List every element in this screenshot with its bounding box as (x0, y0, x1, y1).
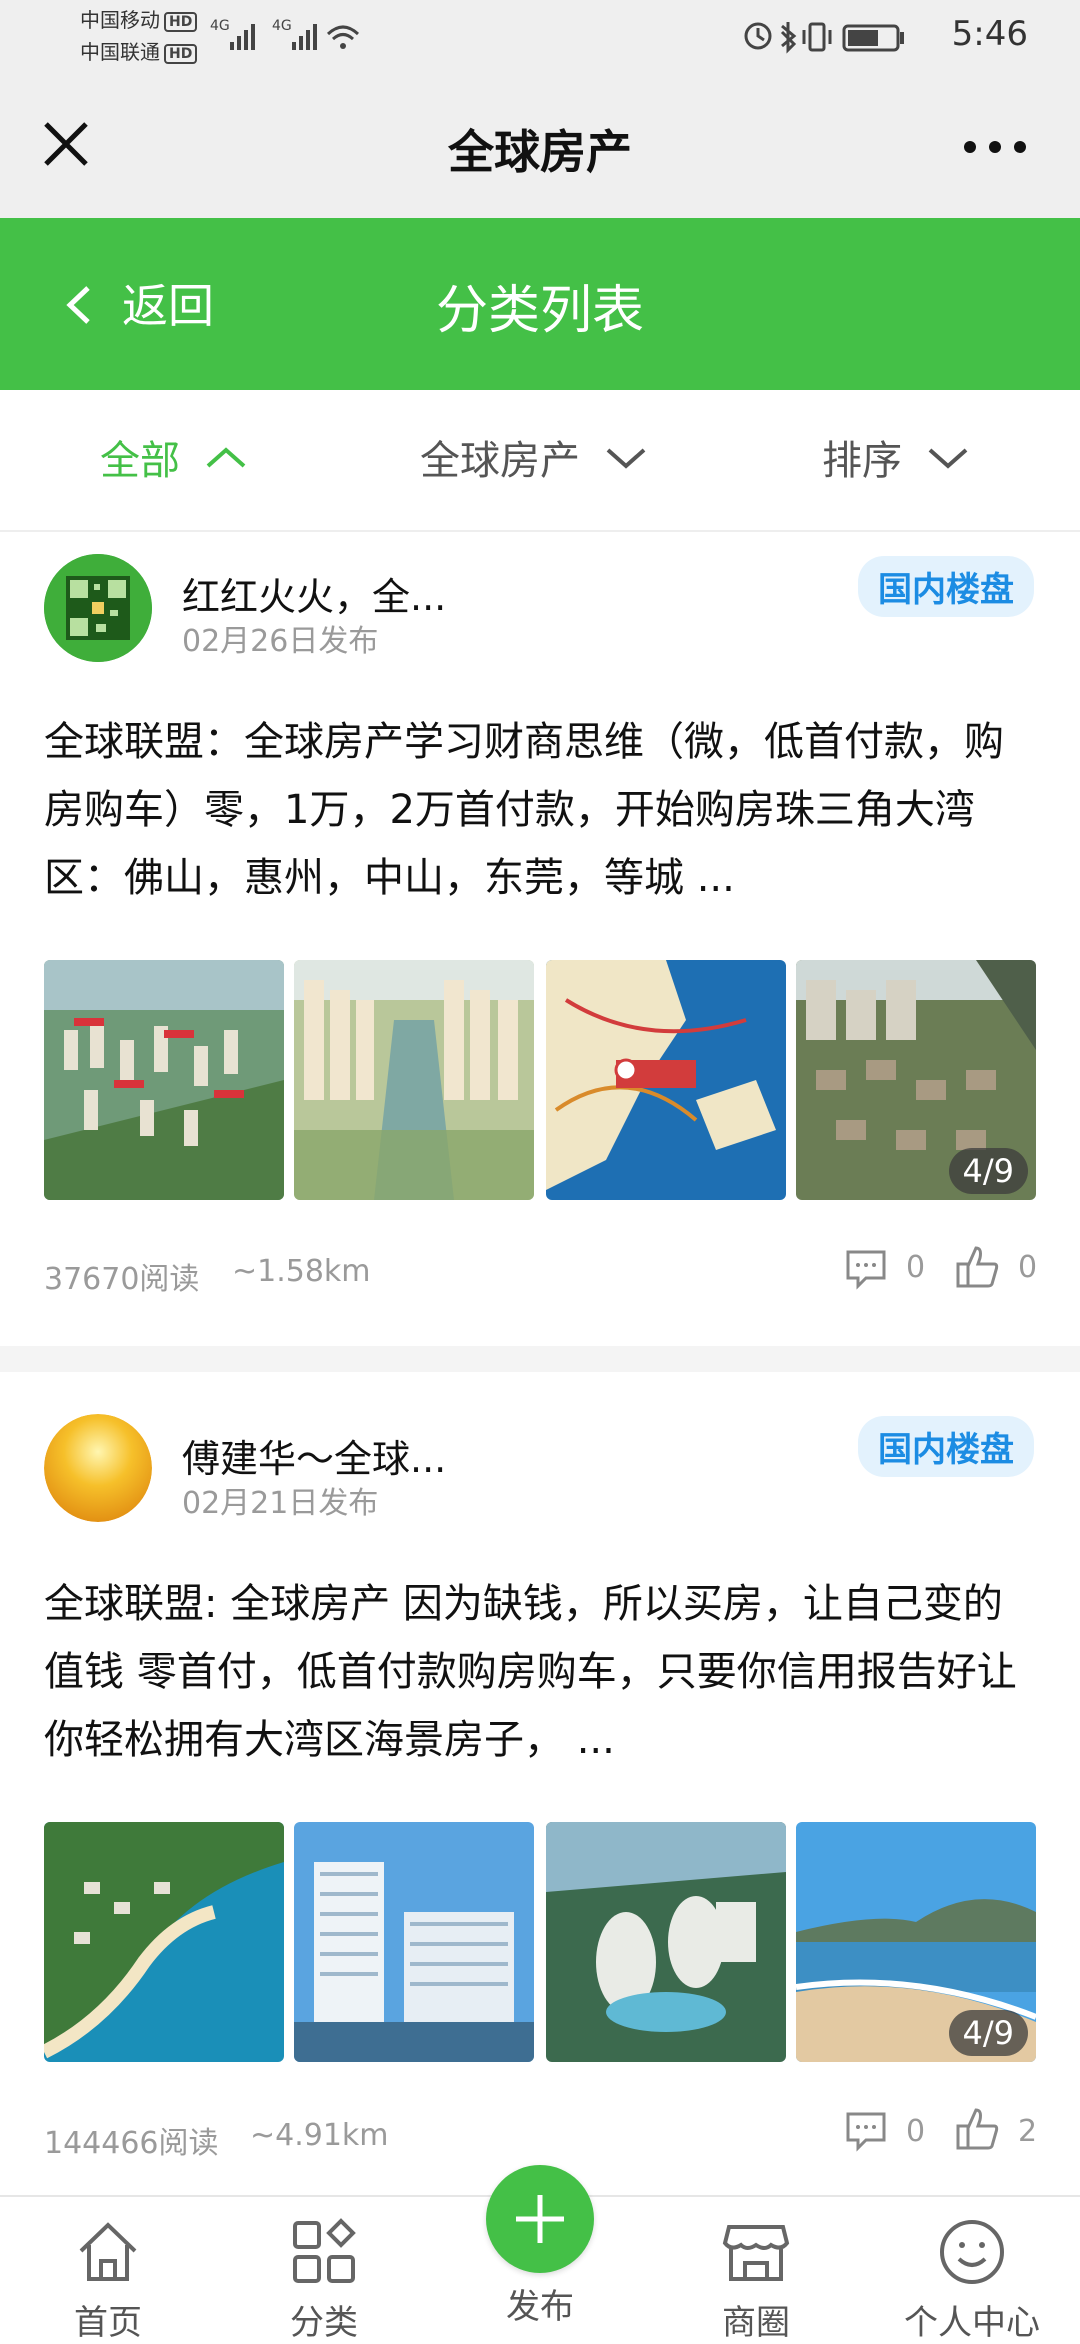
post-author: 红红火火，全... (182, 575, 447, 619)
chevron-down-icon (606, 448, 646, 469)
signal-icon: 4G 4G (210, 16, 370, 60)
filter-sort[interactable]: 排序 (822, 428, 972, 486)
svg-text:4G: 4G (210, 18, 230, 34)
category-tag[interactable]: 国内楼盘 (858, 1416, 1034, 1477)
post-author: 傅建华～全球... (182, 1437, 447, 1481)
read-count: 37670阅读 (44, 1262, 200, 1297)
read-count: 144466阅读 (44, 2126, 219, 2161)
post-date: 02月26日发布 (182, 624, 379, 659)
post-text: 全球联盟: 全球房产 因为缺钱，所以买房，让自己变的值钱 零首付，低首付款购房购… (44, 1581, 1017, 1763)
carrier-1: 中国移动 HD (80, 8, 198, 32)
category-tag[interactable]: 国内楼盘 (858, 556, 1034, 617)
filter-category[interactable]: 全球房产 (420, 428, 650, 486)
post-image[interactable] (546, 1822, 786, 2062)
page-title: 全球房产 (448, 125, 632, 179)
nav-category[interactable]: 分类 (244, 2217, 404, 2344)
nav-profile[interactable]: 个人中心 (892, 2217, 1052, 2344)
post-image[interactable] (44, 1822, 284, 2062)
header-title: 分类列表 (435, 281, 644, 341)
comment-count: 0 (906, 2114, 926, 2149)
avatar[interactable] (44, 1414, 152, 1522)
post-text: 全球联盟：全球房产学习财商思维（微，低首付款，购房购车）零，1万，2万首付款，开… (44, 719, 1004, 901)
svg-text:4G: 4G (272, 18, 292, 34)
bottom-nav: 首页 分类 发布 商圈 个人中心 (0, 2165, 1080, 2344)
category-icon (293, 2218, 356, 2283)
nav-home[interactable]: 首页 (28, 2217, 188, 2344)
distance: ~4.91km (250, 2118, 389, 2153)
status-icons (740, 18, 930, 62)
post-image[interactable] (546, 960, 786, 1200)
image-count-badge: 4/9 (948, 1148, 1028, 1194)
post-date: 02月21日发布 (182, 1486, 379, 1521)
plus-icon (516, 2195, 564, 2243)
nav-publish[interactable]: 发布 (460, 2165, 620, 2328)
list-item[interactable]: 傅建华～全球... 02月21日发布 国内楼盘 全球联盟: 全球房产 因为缺钱，… (0, 1372, 1080, 2194)
post-image[interactable]: 4/9 (796, 960, 1036, 1200)
store-icon (722, 2225, 790, 2281)
comment-count: 0 (906, 1250, 926, 1285)
like-count: 2 (1018, 2114, 1038, 2149)
image-count-badge: 4/9 (948, 2010, 1028, 2056)
publish-button[interactable] (486, 2165, 594, 2273)
list-item[interactable]: 红红火火，全... 02月26日发布 国内楼盘 全球联盟：全球房产学习财商思维（… (0, 532, 1080, 1344)
avatar[interactable] (44, 554, 152, 662)
post-image[interactable] (294, 960, 534, 1200)
comment-icon[interactable] (844, 1246, 888, 1294)
home-icon (79, 2222, 137, 2281)
comment-icon[interactable] (844, 2108, 888, 2156)
distance: ~1.58km (232, 1254, 371, 1289)
like-count: 0 (1018, 1250, 1038, 1285)
status-bar: 中国移动 HD 中国联通 HD 4G 4G 5:46 (0, 0, 1080, 72)
webview-title-bar: 全球房产 (0, 72, 1080, 218)
post-image[interactable] (44, 960, 284, 1200)
like-icon[interactable] (954, 1244, 1002, 1294)
chevron-up-icon (206, 447, 246, 468)
filter-bar: 全部 全球房产 排序 (0, 390, 1080, 532)
more-icon[interactable] (960, 132, 1030, 162)
divider (0, 1346, 1080, 1372)
like-icon[interactable] (954, 2106, 1002, 2156)
clock: 5:46 (951, 14, 1028, 54)
post-image[interactable]: 4/9 (796, 1822, 1036, 2062)
filter-all[interactable]: 全部 (100, 428, 250, 486)
post-image[interactable] (294, 1822, 534, 2062)
chevron-down-icon (928, 448, 968, 469)
profile-icon (940, 2220, 1004, 2284)
nav-business[interactable]: 商圈 (676, 2217, 836, 2344)
carrier-2: 中国联通 HD (80, 40, 198, 64)
header-bar: 返回 分类列表 (0, 218, 1080, 390)
